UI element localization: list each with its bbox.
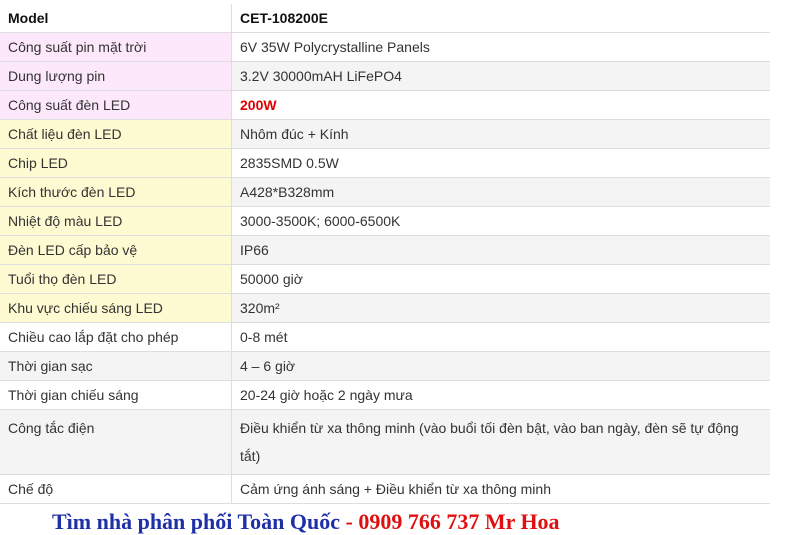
row-label: Chất liệu đèn LED [0,119,232,149]
table-row: Công suất pin mặt trời 6V 35W Polycrysta… [0,32,770,62]
table-row: Công suất đèn LED 200W [0,90,770,120]
table-row: Thời gian chiếu sáng 20-24 giờ hoặc 2 ng… [0,380,770,410]
row-value: 3.2V 30000mAH LiFePO4 [231,61,770,91]
row-value: Điều khiển từ xa thông minh (vào buổi tố… [231,409,770,475]
row-value: 6V 35W Polycrystalline Panels [231,32,770,62]
table-header-row: Model CET-108200E [0,4,770,33]
row-label: Thời gian chiếu sáng [0,380,232,410]
table-row: Chip LED 2835SMD 0.5W [0,148,770,178]
row-value: A428*B328mm [231,177,770,207]
table-row: Đèn LED cấp bảo vệ IP66 [0,235,770,265]
row-label: Đèn LED cấp bảo vệ [0,235,232,265]
header-label: Model [0,4,232,33]
banner-separator: - [339,509,359,534]
table-row: Chiều cao lắp đặt cho phép 0-8 mét [0,322,770,352]
row-label: Tuổi thọ đèn LED [0,264,232,294]
table-row: Chất liệu đèn LED Nhôm đúc + Kính [0,119,770,149]
table-row: Thời gian sạc 4 – 6 giờ [0,351,770,381]
row-label: Chế độ [0,474,232,504]
row-label: Thời gian sạc [0,351,232,381]
table-row: Kích thước đèn LED A428*B328mm [0,177,770,207]
row-label: Chiều cao lắp đặt cho phép [0,322,232,352]
row-label: Nhiệt độ màu LED [0,206,232,236]
spec-table: Model CET-108200E Công suất pin mặt trời… [0,4,770,504]
header-value: CET-108200E [231,4,770,33]
row-label: Chip LED [0,148,232,178]
row-value: 50000 giờ [231,264,770,294]
distributor-banner: Tìm nhà phân phối Toàn Quốc - 0909 766 7… [52,509,560,535]
table-row: Dung lượng pin 3.2V 30000mAH LiFePO4 [0,61,770,91]
row-label: Khu vực chiếu sáng LED [0,293,232,323]
led-power-value: 200W [240,97,277,113]
table-row: Tuổi thọ đèn LED 50000 giờ [0,264,770,294]
distributor-text: Tìm nhà phân phối Toàn Quốc [52,509,340,534]
row-value: 4 – 6 giờ [231,351,770,381]
table-row: Công tắc điện Điều khiển từ xa thông min… [0,409,770,475]
table-row: Chế độ Cảm ứng ánh sáng + Điều khiển từ … [0,474,770,504]
row-value: 20-24 giờ hoặc 2 ngày mưa [231,380,770,410]
row-value: IP66 [231,235,770,265]
row-value: 3000-3500K; 6000-6500K [231,206,770,236]
contact-phone: 0909 766 737 Mr Hoa [358,509,560,534]
row-value: Nhôm đúc + Kính [231,119,770,149]
row-value: Cảm ứng ánh sáng + Điều khiển từ xa thôn… [231,474,770,504]
row-label: Công suất đèn LED [0,90,232,120]
table-row: Nhiệt độ màu LED 3000-3500K; 6000-6500K [0,206,770,236]
row-value: 0-8 mét [231,322,770,352]
row-label: Công suất pin mặt trời [0,32,232,62]
row-value: 2835SMD 0.5W [231,148,770,178]
row-label: Kích thước đèn LED [0,177,232,207]
table-row: Khu vực chiếu sáng LED 320m² [0,293,770,323]
row-label: Công tắc điện [0,409,232,475]
row-label: Dung lượng pin [0,61,232,91]
row-value: 320m² [231,293,770,323]
